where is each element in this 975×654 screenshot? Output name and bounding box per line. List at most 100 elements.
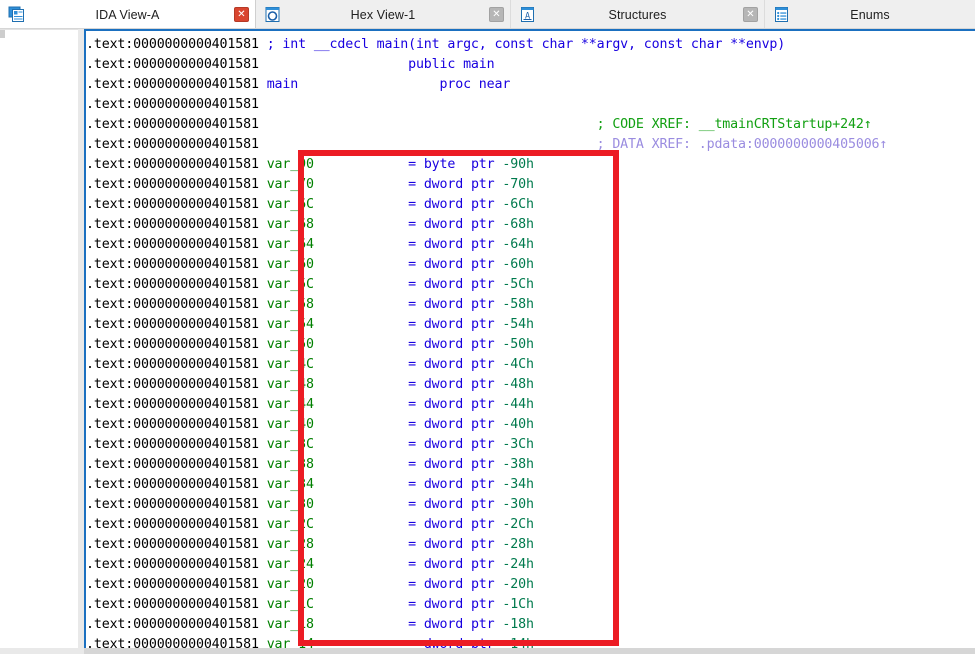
variable-name[interactable]: var_44 [267,397,314,412]
variable-name[interactable]: var_64 [267,237,314,252]
stack-offset-value[interactable]: -3Ch [502,437,534,452]
disassembly-line[interactable]: .text:0000000000401581 var_64 = dword pt… [86,235,975,255]
disassembly-line[interactable]: .text:0000000000401581 var_3C = dword pt… [86,435,975,455]
stack-offset-value[interactable]: -24h [502,557,534,572]
variable-name[interactable]: var_5C [267,277,314,292]
variable-name[interactable]: var_3C [267,437,314,452]
function-name[interactable]: main [267,77,299,92]
stack-offset-value[interactable]: -38h [502,457,534,472]
variable-name[interactable]: var_6C [267,197,314,212]
column-separator [259,117,267,132]
disassembly-line[interactable]: .text:0000000000401581 var_54 = dword pt… [86,315,975,335]
disassembly-line[interactable]: .text:0000000000401581 var_24 = dword pt… [86,555,975,575]
stack-offset-value[interactable]: -70h [502,177,534,192]
stack-offset-value[interactable]: -90h [502,157,534,172]
disassembly-line[interactable]: .text:0000000000401581 var_30 = dword pt… [86,495,975,515]
tab-ida-view-a[interactable]: IDA View-A ✕ [0,0,256,28]
stack-offset-value[interactable]: -18h [502,617,534,632]
stack-offset-value[interactable]: -30h [502,497,534,512]
disassembly-line[interactable]: .text:0000000000401581 var_40 = dword pt… [86,415,975,435]
variable-name[interactable]: var_2C [267,517,314,532]
size-specifier: dword ptr [423,457,495,472]
address-column: .text:0000000000401581 [86,237,259,252]
variable-name[interactable]: var_58 [267,297,314,312]
variable-name[interactable]: var_34 [267,477,314,492]
disassembly-line[interactable]: .text:0000000000401581 var_50 = dword pt… [86,335,975,355]
disassembly-line[interactable]: .text:0000000000401581 ; DATA XREF: .pda… [86,135,975,155]
disassembly-line[interactable]: .text:0000000000401581 ; CODE XREF: __tm… [86,115,975,135]
column-separator [259,337,267,352]
variable-name[interactable]: var_4C [267,357,314,372]
stack-offset-value[interactable]: -34h [502,477,534,492]
stack-offset-value[interactable]: -6Ch [502,197,534,212]
disassembly-line[interactable]: .text:0000000000401581 var_38 = dword pt… [86,455,975,475]
variable-name[interactable]: var_20 [267,577,314,592]
stack-offset-value[interactable]: -40h [502,417,534,432]
tab-enums[interactable]: Enums✕ [765,0,975,28]
disassembly-line[interactable]: .text:0000000000401581 var_6C = dword pt… [86,195,975,215]
stack-offset-value[interactable]: -4Ch [502,357,534,372]
variable-name[interactable]: var_54 [267,317,314,332]
disassembly-line[interactable]: .text:0000000000401581 var_48 = dword pt… [86,375,975,395]
scroll-nub[interactable] [0,30,5,38]
stack-offset-value[interactable]: -54h [502,317,534,332]
stack-offset-value[interactable]: -20h [502,577,534,592]
disassembly-line[interactable]: .text:0000000000401581 var_28 = dword pt… [86,535,975,555]
disassembly-line[interactable]: .text:0000000000401581 var_2C = dword pt… [86,515,975,535]
disassembly-line[interactable]: .text:0000000000401581 ; int __cdecl mai… [86,35,975,55]
variable-name[interactable]: var_1C [267,597,314,612]
stack-offset-value[interactable]: -64h [502,237,534,252]
variable-name[interactable]: var_90 [267,157,314,172]
tab-structures[interactable]: A Structures ✕ [511,0,765,28]
variable-name[interactable]: var_30 [267,497,314,512]
disassembly-line[interactable]: .text:0000000000401581 var_5C = dword pt… [86,275,975,295]
variable-name[interactable]: var_70 [267,177,314,192]
disassembly-line[interactable]: .text:0000000000401581 var_1C = dword pt… [86,595,975,615]
close-icon[interactable]: ✕ [489,7,504,22]
column-separator [259,297,267,312]
variable-name[interactable]: var_18 [267,617,314,632]
disassembly-line[interactable]: .text:0000000000401581 public main [86,55,975,75]
stack-offset-value[interactable]: -60h [502,257,534,272]
disassembly-line[interactable]: .text:0000000000401581 var_18 = dword pt… [86,615,975,635]
name-value-gap [314,197,408,212]
variable-name[interactable]: var_24 [267,557,314,572]
variable-name[interactable]: var_60 [267,257,314,272]
tab-label: Structures [608,7,667,22]
disassembly-line[interactable]: .text:0000000000401581 var_58 = dword pt… [86,295,975,315]
variable-name[interactable]: var_28 [267,537,314,552]
disassembly-line[interactable]: .text:0000000000401581 var_90 = byte ptr… [86,155,975,175]
stack-offset-value[interactable]: -2Ch [502,517,534,532]
disassembly-line[interactable]: .text:0000000000401581 var_68 = dword pt… [86,215,975,235]
disassembly-line[interactable]: .text:0000000000401581 var_20 = dword pt… [86,575,975,595]
stack-offset-value[interactable]: -58h [502,297,534,312]
variable-name[interactable]: var_48 [267,377,314,392]
stack-offset-value[interactable]: -44h [502,397,534,412]
disassembly-line[interactable]: .text:0000000000401581 var_70 = dword pt… [86,175,975,195]
variable-name[interactable]: var_40 [267,417,314,432]
disassembly-line[interactable]: .text:0000000000401581 main proc near [86,75,975,95]
variable-name[interactable]: var_38 [267,457,314,472]
column-separator [259,477,267,492]
stack-offset-value[interactable]: -48h [502,377,534,392]
stack-offset-value[interactable]: -1Ch [502,597,534,612]
stack-offset-value[interactable]: -28h [502,537,534,552]
disassembly-line[interactable]: .text:0000000000401581 [86,95,975,115]
tab-hex-view-1[interactable]: Hex View-1 ✕ [256,0,511,28]
stack-offset-value[interactable]: -5Ch [502,277,534,292]
close-icon[interactable]: ✕ [234,7,249,22]
name-value-gap [314,237,408,252]
variable-name[interactable]: var_68 [267,217,314,232]
stack-offset-value[interactable]: -50h [502,337,534,352]
stack-offset-value[interactable]: -68h [502,217,534,232]
variable-name[interactable]: var_50 [267,337,314,352]
close-icon[interactable]: ✕ [743,7,758,22]
horizontal-scrollbar[interactable] [84,648,975,654]
disassembly-line[interactable]: .text:0000000000401581 var_44 = dword pt… [86,395,975,415]
disassembly-line[interactable]: .text:0000000000401581 var_34 = dword pt… [86,475,975,495]
ida-disassembly-view[interactable]: .text:0000000000401581 ; int __cdecl mai… [84,29,975,650]
disassembly-line[interactable]: .text:0000000000401581 var_60 = dword pt… [86,255,975,275]
disassembly-line[interactable]: .text:0000000000401581 var_4C = dword pt… [86,355,975,375]
